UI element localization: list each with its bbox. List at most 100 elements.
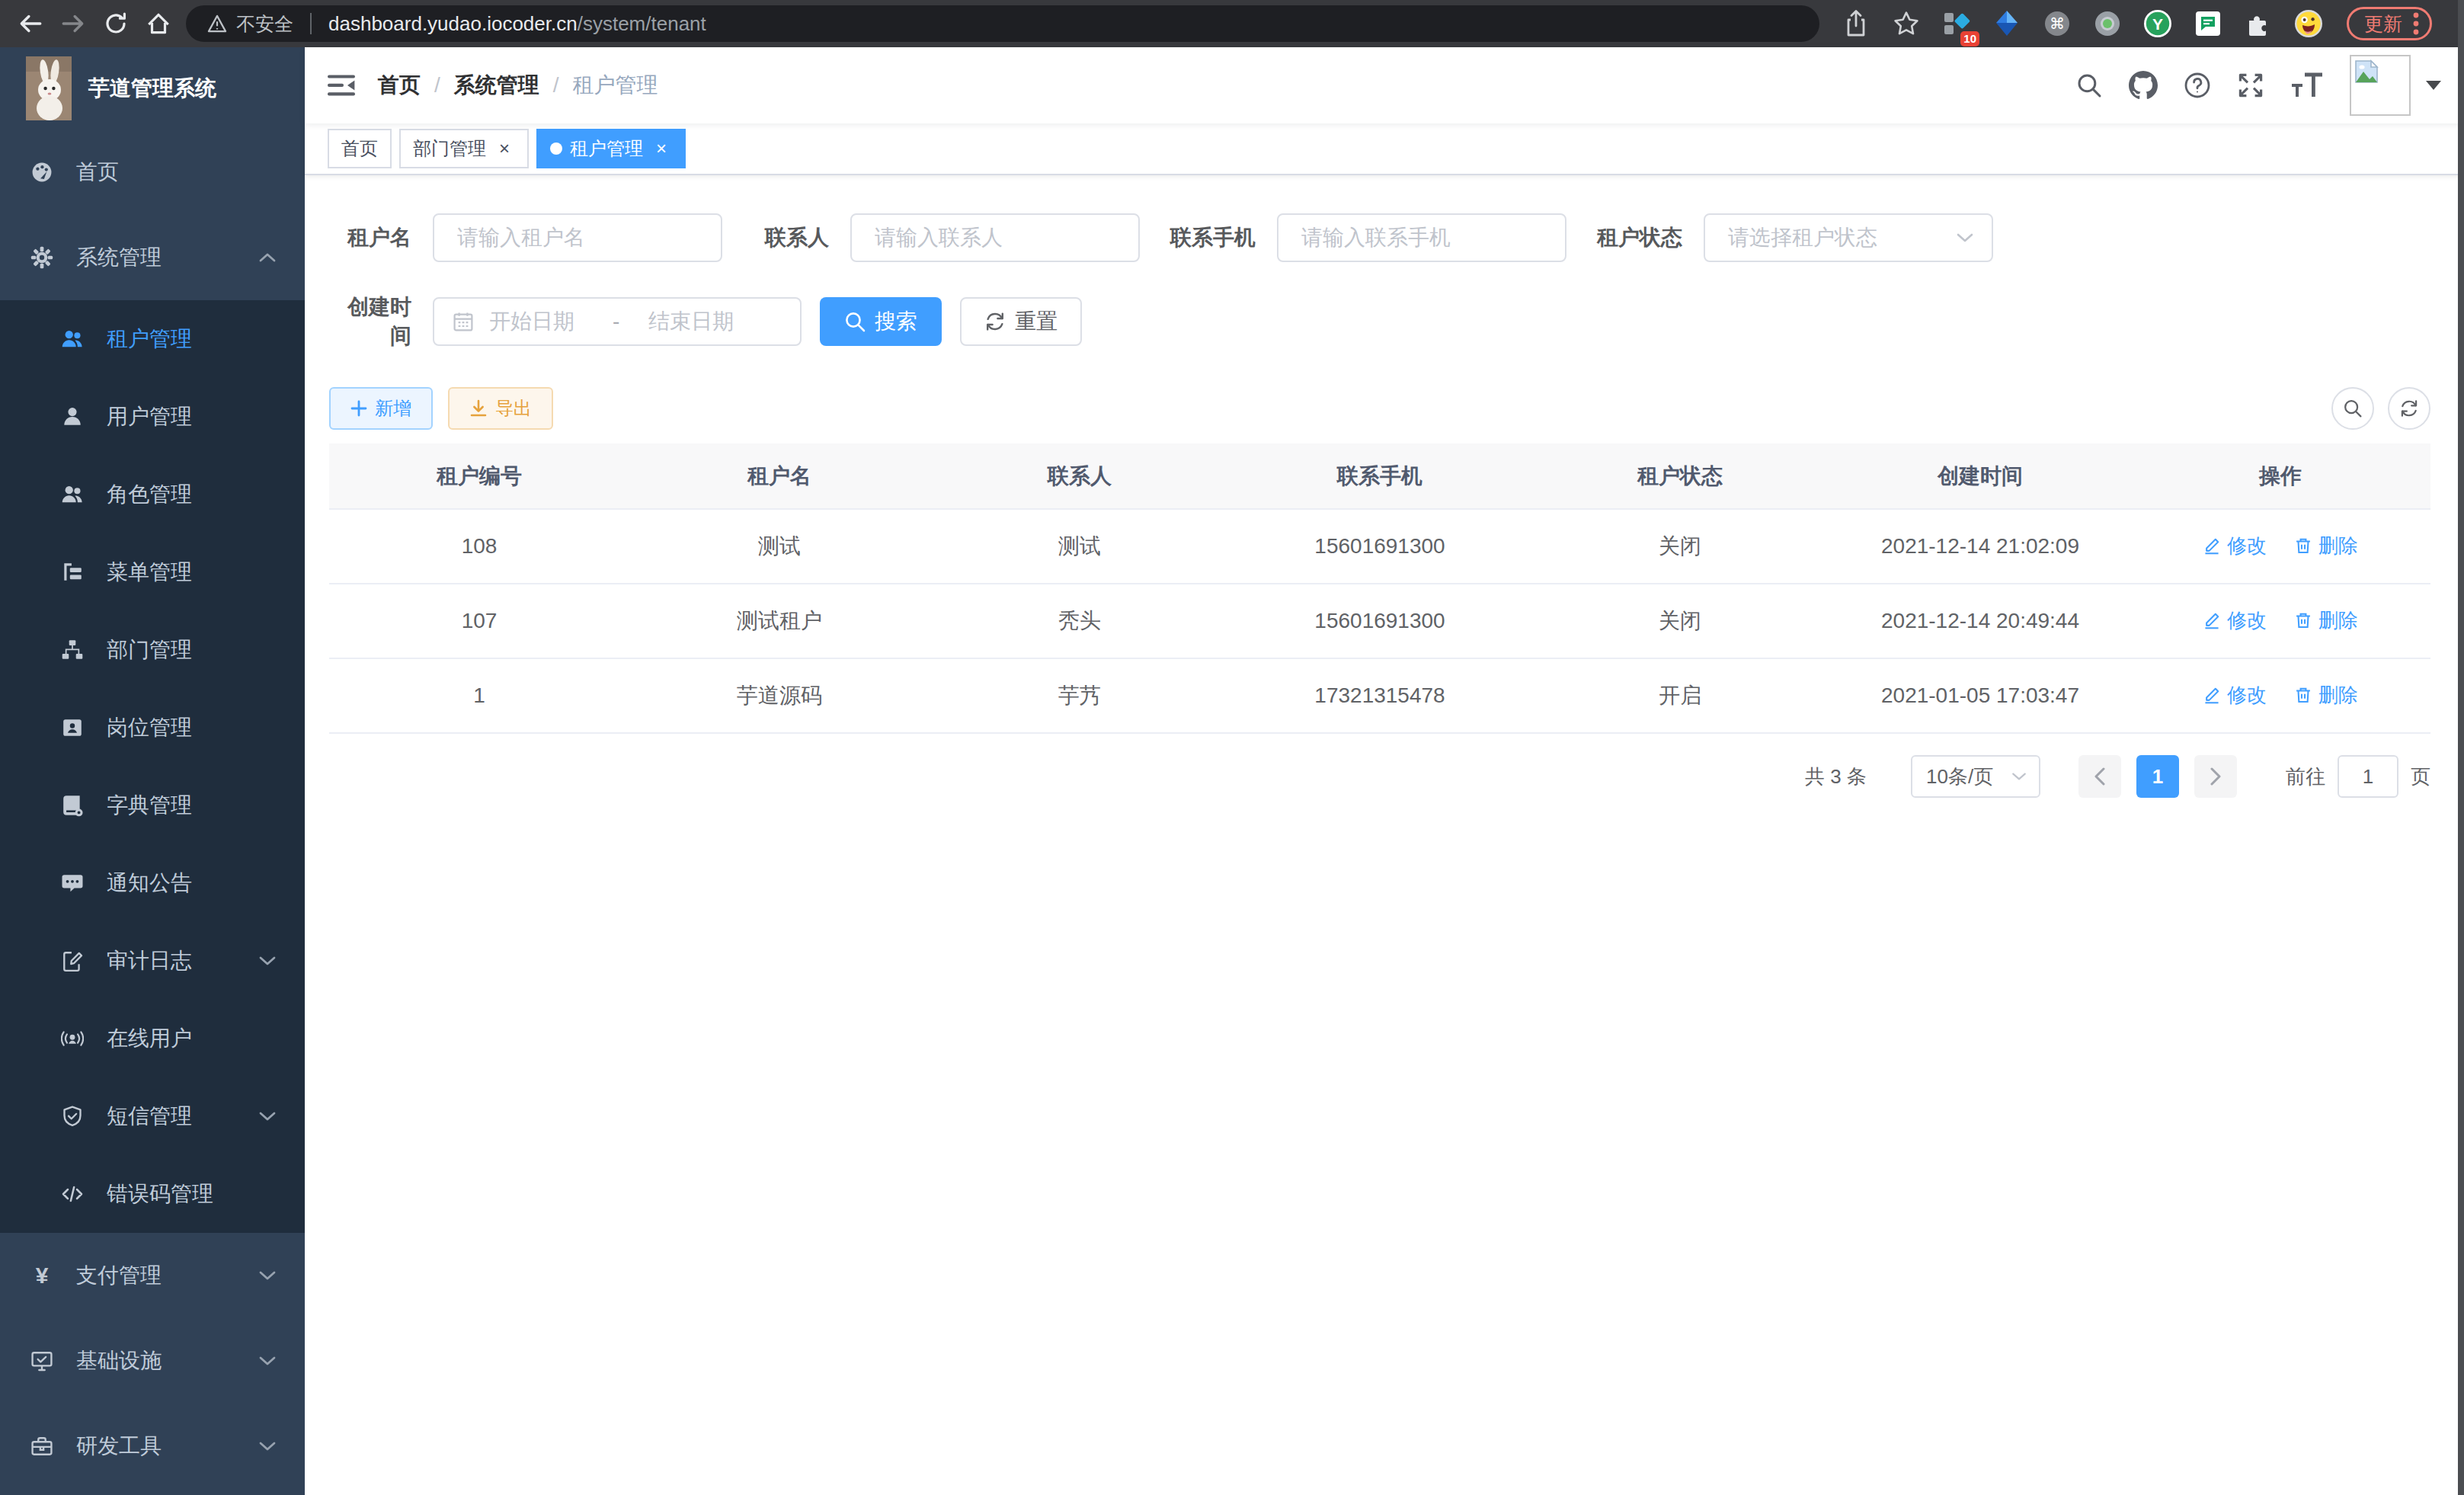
- edit-button[interactable]: 修改: [2203, 533, 2267, 559]
- sidebar-item-sms[interactable]: 短信管理: [0, 1077, 305, 1155]
- tab-dept[interactable]: 部门管理×: [399, 129, 529, 168]
- avatar-caret-icon[interactable]: [2426, 81, 2441, 90]
- tab-home[interactable]: 首页: [328, 129, 392, 168]
- sidebar-item-user[interactable]: 用户管理: [0, 378, 305, 456]
- help-icon[interactable]: [2184, 72, 2211, 99]
- export-button[interactable]: 导出: [448, 387, 553, 430]
- delete-button[interactable]: 删除: [2294, 533, 2358, 559]
- extension-command-icon[interactable]: ⌘: [2042, 8, 2072, 39]
- extension-y-icon[interactable]: Y: [2142, 8, 2173, 39]
- sidebar-item-home[interactable]: 首页: [0, 130, 305, 215]
- omnibox-divider: [310, 13, 312, 34]
- font-size-icon[interactable]: [2290, 72, 2324, 98]
- sidebar-item-system[interactable]: 系统管理: [0, 215, 305, 300]
- close-icon[interactable]: ×: [651, 138, 672, 159]
- window-edge: [2458, 0, 2464, 1495]
- browser-update-button[interactable]: 更新: [2347, 7, 2432, 40]
- extension-tag-assistant-icon[interactable]: 10: [1941, 8, 1972, 39]
- phone-input[interactable]: [1277, 213, 1566, 262]
- github-icon[interactable]: [2129, 71, 2158, 100]
- sidebar-item-infra[interactable]: 基础设施: [0, 1318, 305, 1404]
- chevron-left-icon: [2094, 767, 2106, 786]
- breadcrumb-section[interactable]: 系统管理: [454, 71, 539, 100]
- sidebar-item-audit-log[interactable]: 审计日志: [0, 922, 305, 1000]
- delete-button[interactable]: 删除: [2294, 682, 2358, 709]
- edit-button[interactable]: 修改: [2203, 682, 2267, 709]
- share-icon[interactable]: [1841, 8, 1871, 39]
- contact-input[interactable]: [850, 213, 1140, 262]
- address-bar[interactable]: 不安全 dashboard.yudao.iocoder.cn/system/te…: [186, 5, 1819, 42]
- sidebar-logo[interactable]: 芋道管理系统: [0, 47, 305, 130]
- security-warning[interactable]: 不安全: [207, 11, 293, 37]
- browser-back-button[interactable]: [9, 2, 52, 45]
- toggle-search-button[interactable]: [2331, 387, 2374, 430]
- refresh-table-button[interactable]: [2388, 387, 2430, 430]
- delete-button[interactable]: 删除: [2294, 607, 2358, 634]
- gear-icon: [30, 246, 53, 269]
- tab-tenant[interactable]: 租户管理×: [536, 129, 686, 168]
- extensions-puzzle-icon[interactable]: [2243, 8, 2274, 39]
- avatar[interactable]: [2350, 55, 2411, 116]
- sidebar-item-notice[interactable]: 通知公告: [0, 844, 305, 922]
- edit-icon: [2203, 536, 2221, 555]
- svg-text:Y: Y: [2152, 15, 2163, 33]
- shield-icon: [61, 1105, 84, 1128]
- reset-button[interactable]: 重置: [960, 297, 1082, 346]
- app-title: 芋道管理系统: [88, 74, 216, 103]
- hamburger-icon[interactable]: [328, 73, 355, 98]
- browser-reload-button[interactable]: [94, 2, 137, 45]
- prev-page-button[interactable]: [2078, 755, 2121, 798]
- table-row: 107 测试租户 秃头 15601691300 关闭 2021-12-14 20…: [329, 584, 2430, 658]
- table-row: 108 测试 测试 15601691300 关闭 2021-12-14 21:0…: [329, 509, 2430, 584]
- extension-chat-icon[interactable]: [2193, 8, 2223, 39]
- page-size-select[interactable]: 10条/页: [1911, 755, 2040, 798]
- fullscreen-icon[interactable]: [2237, 72, 2264, 99]
- code-icon: [61, 1183, 84, 1205]
- close-icon[interactable]: ×: [494, 138, 515, 159]
- sidebar-item-dict[interactable]: 字典管理: [0, 767, 305, 844]
- date-range-picker[interactable]: 开始日期 - 结束日期: [433, 297, 802, 346]
- search-button[interactable]: 搜索: [820, 297, 942, 346]
- header-search-icon[interactable]: [2075, 72, 2103, 99]
- filter-label-contact: 联系人: [753, 223, 850, 252]
- filter-label-create-time: 创建时间: [329, 293, 433, 351]
- sidebar-item-post[interactable]: 岗位管理: [0, 689, 305, 767]
- bookmark-star-icon[interactable]: [1891, 8, 1922, 39]
- browser-toolbar: 不安全 dashboard.yudao.iocoder.cn/system/te…: [0, 0, 2464, 47]
- extension-recorder-icon[interactable]: [2092, 8, 2123, 39]
- page-number-current[interactable]: 1: [2136, 755, 2179, 798]
- sidebar-item-menu[interactable]: 菜单管理: [0, 533, 305, 611]
- chevron-right-icon: [2210, 767, 2222, 786]
- browser-home-button[interactable]: [137, 2, 180, 45]
- chevron-down-icon: [259, 1111, 276, 1122]
- log-icon: [61, 949, 84, 972]
- sidebar-item-error-code[interactable]: 错误码管理: [0, 1155, 305, 1233]
- extension-kite-icon[interactable]: [1992, 8, 2022, 39]
- add-button[interactable]: 新增: [329, 387, 433, 430]
- goto-unit: 页: [2411, 764, 2430, 790]
- edit-button[interactable]: 修改: [2203, 607, 2267, 634]
- sidebar-item-dept[interactable]: 部门管理: [0, 611, 305, 689]
- col-status: 租户状态: [1530, 443, 1830, 509]
- chevron-down-icon: [259, 1441, 276, 1452]
- browser-forward-button[interactable]: [52, 2, 94, 45]
- breadcrumb-home[interactable]: 首页: [378, 71, 421, 100]
- sidebar-item-pay[interactable]: ¥ 支付管理: [0, 1233, 305, 1318]
- status-select[interactable]: 请选择租户状态: [1704, 213, 1993, 262]
- sidebar-item-online-user[interactable]: 在线用户: [0, 1000, 305, 1077]
- dictionary-icon: [61, 794, 84, 817]
- trash-icon: [2294, 686, 2312, 704]
- tenant-name-input[interactable]: [433, 213, 722, 262]
- filter-label-status: 租户状态: [1597, 223, 1704, 252]
- breadcrumb-current: 租户管理: [573, 71, 658, 100]
- select-chevron-icon: [1957, 232, 1973, 243]
- sidebar-item-role[interactable]: 角色管理: [0, 456, 305, 533]
- goto-page-input[interactable]: [2338, 755, 2398, 798]
- next-page-button[interactable]: [2194, 755, 2237, 798]
- extension-emoji-icon[interactable]: [2293, 8, 2324, 39]
- sidebar-item-devtool[interactable]: 研发工具: [0, 1404, 305, 1489]
- sidebar-item-tenant[interactable]: 租户管理: [0, 300, 305, 378]
- browser-menu-icon[interactable]: [2413, 11, 2419, 36]
- yen-icon: ¥: [30, 1263, 53, 1289]
- col-phone: 联系手机: [1230, 443, 1530, 509]
